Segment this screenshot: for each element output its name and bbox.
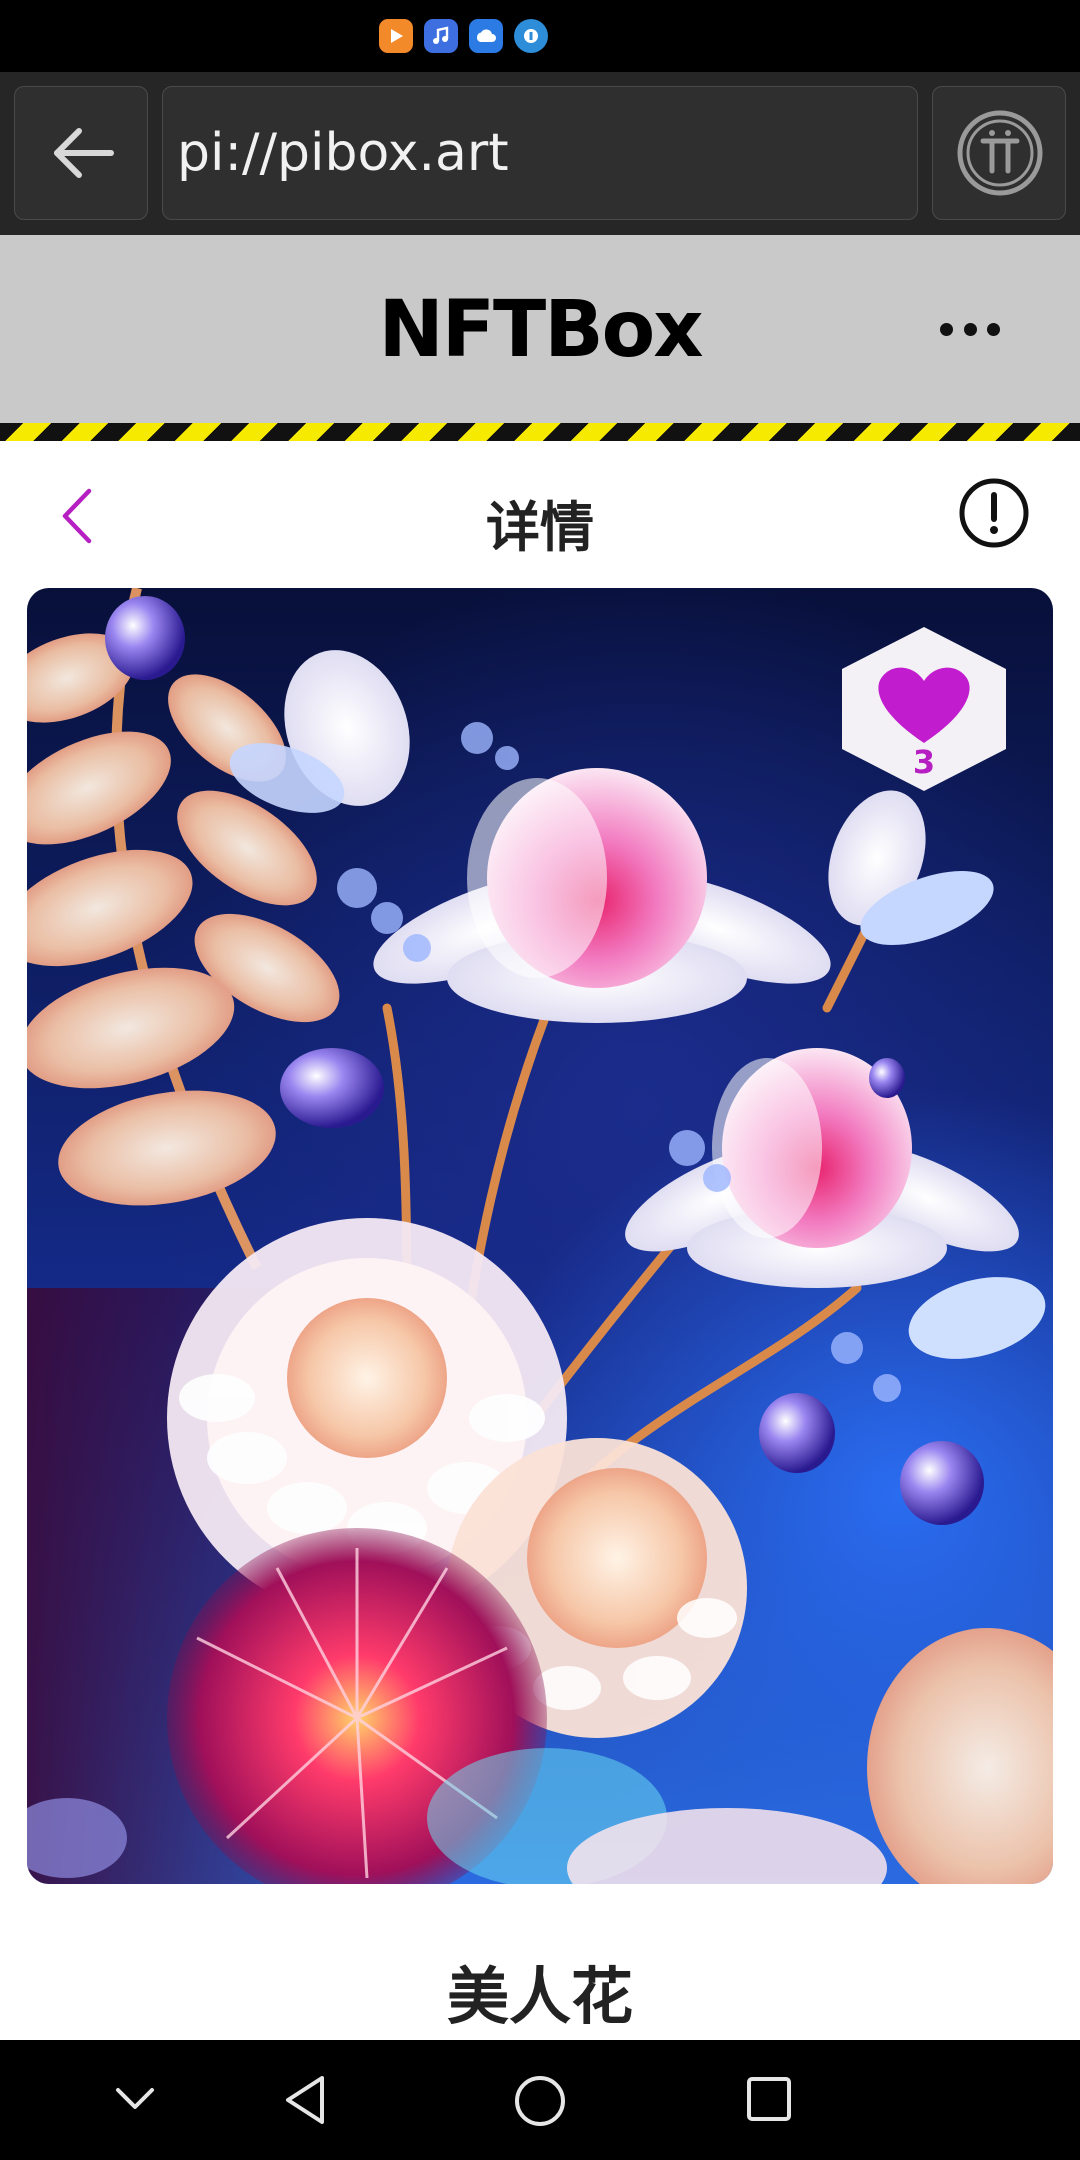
browser-bar: pi://pibox.art: [0, 72, 1080, 235]
nav-recents-button[interactable]: [744, 2074, 794, 2128]
info-circle-icon: [959, 478, 1029, 548]
more-dots-icon[interactable]: [940, 319, 1000, 339]
cloud-app-icon: [469, 19, 503, 53]
notification-app-icon: [514, 19, 548, 53]
hide-keyboard-button[interactable]: [110, 2074, 160, 2128]
app-header: NFTBox: [0, 235, 1080, 423]
url-bar[interactable]: pi://pibox.art: [162, 86, 918, 220]
app-title: NFTBox: [378, 285, 703, 375]
square-recents-icon: [747, 2077, 791, 2121]
pi-browser-button[interactable]: [932, 86, 1066, 220]
nav-back-button[interactable]: [282, 2074, 332, 2130]
like-count: 3: [912, 743, 936, 781]
nav-home-button[interactable]: [513, 2074, 567, 2132]
like-button[interactable]: 3: [836, 625, 1012, 793]
status-bar: [0, 0, 1080, 72]
system-nav-bar: [0, 2040, 1080, 2160]
triangle-back-icon: [286, 2076, 324, 2124]
pi-logo-icon: [957, 110, 1043, 196]
chevron-down-icon: [116, 2088, 154, 2109]
detail-header: 详情: [0, 441, 1080, 586]
music-app-icon: [424, 19, 458, 53]
url-text: pi://pibox.art: [177, 123, 509, 183]
video-app-icon: [379, 19, 413, 53]
nft-name: 美人花: [446, 1960, 633, 2033]
info-button[interactable]: [958, 477, 1030, 553]
hazard-stripe-divider: [0, 423, 1080, 441]
back-arrow-icon: [54, 128, 114, 178]
circle-home-icon: [515, 2076, 565, 2126]
browser-back-button[interactable]: [14, 86, 148, 220]
nft-artwork-image[interactable]: 3: [27, 588, 1053, 1884]
detail-page-title: 详情: [486, 496, 594, 559]
